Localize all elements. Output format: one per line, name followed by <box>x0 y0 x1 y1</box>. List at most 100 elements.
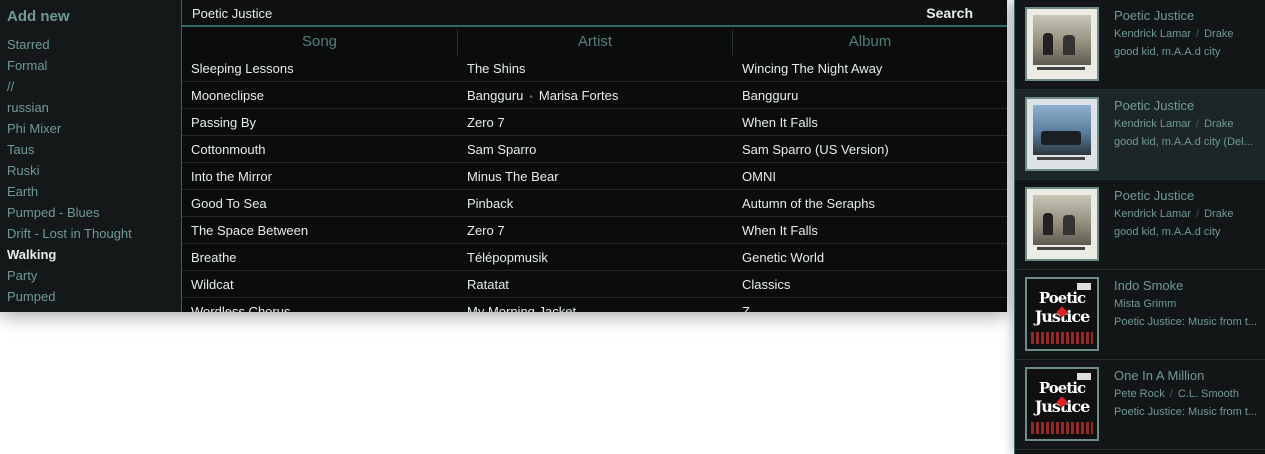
result-artist-link[interactable]: Drake <box>1204 208 1233 220</box>
result-title: One In A Million <box>1114 368 1205 383</box>
result-title: Poetic Justice <box>1114 98 1195 113</box>
sidebar-playlist-item[interactable]: // <box>7 79 132 100</box>
song-cell: Sleeping Lessons <box>191 61 294 76</box>
track-table: Sleeping Lessons The Shins Wincing The Nig… <box>182 55 1007 312</box>
result-artist-link[interactable]: Kendrick Lamar <box>1114 118 1191 130</box>
sidebar-playlist-item[interactable]: Drift - Lost in Thought <box>7 226 132 247</box>
song-cell: The Space Between <box>191 223 309 238</box>
album-cell: Sam Sparro (US Version) <box>742 142 889 157</box>
artist-link[interactable]: Pinback <box>467 196 513 211</box>
search-result-item[interactable]: Poetic Justice Kendrick Lamar / Drake good k… <box>1015 180 1265 270</box>
album-cell: Z <box>742 304 750 312</box>
app-window: Add new Starred Formal//russian Phi Mixer T… <box>0 0 1007 312</box>
sidebar-playlist-item[interactable]: Pumped - Blues <box>7 205 132 226</box>
table-row[interactable]: Good To Sea Pinback Autumn of the Seraphs <box>182 190 1007 217</box>
artist-cell: Bangguru • Marisa Fortes <box>458 82 733 108</box>
album-cell: When It Falls <box>742 223 818 238</box>
artist-link[interactable]: Ratatat <box>467 277 509 292</box>
artist-separator: / <box>1169 388 1173 400</box>
song-cell: Good To Sea <box>191 196 267 211</box>
album-cell: Bangguru <box>742 88 799 103</box>
sidebar-playlist-item[interactable]: Formal <box>7 58 132 79</box>
result-album: good kid, m.A.A.d city <box>1114 226 1221 238</box>
artist-cell: Télépopmusik <box>458 244 733 270</box>
sidebar-playlist-item[interactable]: Ruski <box>7 163 132 184</box>
result-artist-link[interactable]: C.L. Smooth <box>1178 388 1239 400</box>
artist-link[interactable]: Zero 7 <box>467 223 505 238</box>
result-artists: Kendrick Lamar / Drake <box>1114 208 1233 220</box>
album-art-thumbnail: PoeticJustice <box>1025 367 1099 441</box>
album-art-photo <box>1033 105 1091 155</box>
result-artists: Kendrick Lamar / Drake <box>1114 118 1233 130</box>
artist-separator: / <box>1196 118 1200 130</box>
artist-link[interactable]: Bangguru <box>467 88 523 103</box>
result-title: Indo Smoke <box>1114 278 1184 293</box>
table-row[interactable]: Cottonmouth Sam Sparro Sam Sparro (US Vers… <box>182 136 1007 163</box>
table-row[interactable]: Wildcat Ratatat Classics <box>182 271 1007 298</box>
sidebar-playlist-item[interactable]: Party <box>7 268 132 289</box>
artist-cell: Minus The Bear <box>458 163 733 189</box>
result-artists: Kendrick Lamar / Drake <box>1114 28 1233 40</box>
sidebar-playlist-item[interactable]: russian <box>7 100 132 121</box>
song-cell: Wildcat <box>191 277 234 292</box>
sidebar-playlist-item[interactable]: Phi Mixer <box>7 121 132 142</box>
sidebar-playlist-item[interactable]: Taus <box>7 142 132 163</box>
table-row[interactable]: Mooneclipse Bangguru • Marisa Fortes Banggur… <box>182 82 1007 109</box>
column-header-album[interactable]: Album <box>733 29 1007 55</box>
artist-cell: My Morning Jacket <box>458 298 733 312</box>
album-art-photo <box>1033 195 1091 245</box>
sidebar-playlist-item[interactable]: Pumped <box>7 289 132 310</box>
search-input[interactable]: Poetic Justice <box>192 6 892 21</box>
album-art-credits <box>1031 422 1093 434</box>
add-new-playlist-button[interactable]: Add new <box>7 8 70 25</box>
table-row[interactable]: Passing By Zero 7 When It Falls <box>182 109 1007 136</box>
table-row[interactable]: Into the Mirror Minus The Bear OMNI <box>182 163 1007 190</box>
table-row[interactable]: Wordless Chorus My Morning Jacket Z <box>182 298 1007 312</box>
artist-link[interactable]: The Shins <box>467 61 526 76</box>
search-result-item[interactable]: Poetic Justice Kendrick Lamar / Drake good k… <box>1015 90 1265 180</box>
artist-link[interactable]: Marisa Fortes <box>539 88 618 103</box>
artist-cell: Zero 7 <box>458 109 733 135</box>
artist-cell: Sam Sparro <box>458 136 733 162</box>
table-row[interactable]: The Space Between Zero 7 When It Falls <box>182 217 1007 244</box>
result-artist-link[interactable]: Kendrick Lamar <box>1114 208 1191 220</box>
artist-cell: Pinback <box>458 190 733 216</box>
album-art-thumbnail <box>1025 97 1099 171</box>
album-art-credits <box>1031 332 1093 344</box>
result-artist-link[interactable]: Drake <box>1204 28 1233 40</box>
artist-link[interactable]: Minus The Bear <box>467 169 559 184</box>
sidebar-playlist-item[interactable]: Walking <box>7 247 132 268</box>
result-artist-link[interactable]: Mista Grimm <box>1114 298 1176 310</box>
sidebar-playlist-item[interactable]: Earth <box>7 184 132 205</box>
column-header-artist[interactable]: Artist <box>458 29 733 55</box>
column-header-song[interactable]: Song <box>182 29 458 55</box>
table-row[interactable]: Sleeping Lessons The Shins Wincing The Nig… <box>182 55 1007 82</box>
result-album: good kid, m.A.A.d city (Del... <box>1114 136 1253 148</box>
table-header: Song Artist Album <box>182 29 1007 55</box>
album-cell: OMNI <box>742 169 776 184</box>
search-result-item[interactable]: Poetic Justice Kendrick Lamar / Drake good k… <box>1015 0 1265 90</box>
result-artist-link[interactable]: Pete Rock <box>1114 388 1165 400</box>
artist-link[interactable]: Sam Sparro <box>467 142 536 157</box>
sidebar-playlist-item[interactable]: Starred <box>7 37 132 58</box>
result-artist-link[interactable]: Drake <box>1204 118 1233 130</box>
artist-separator: • <box>529 92 533 103</box>
album-art-thumbnail <box>1025 187 1099 261</box>
album-art-photo <box>1033 15 1091 65</box>
artist-link[interactable]: Télépopmusik <box>467 250 548 265</box>
search-result-item[interactable]: PoeticJustice One In A Million Pete Rock / C… <box>1015 360 1265 450</box>
album-art-scrawl <box>1037 157 1085 160</box>
search-button[interactable]: Search <box>926 5 973 21</box>
search-result-item[interactable]: PoeticJustice Indo Smoke Mista Grimm Poetic… <box>1015 270 1265 360</box>
search-results-panel: Poetic Justice Kendrick Lamar / Drake good k… <box>1014 0 1265 454</box>
song-cell: Cottonmouth <box>191 142 266 157</box>
artist-link[interactable]: My Morning Jacket <box>467 304 576 312</box>
album-art-logo-line: Poetic <box>1038 379 1086 397</box>
album-art-thumbnail <box>1025 7 1099 81</box>
artist-separator: / <box>1196 208 1200 220</box>
result-album: good kid, m.A.A.d city <box>1114 46 1221 58</box>
result-artist-link[interactable]: Kendrick Lamar <box>1114 28 1191 40</box>
artist-link[interactable]: Zero 7 <box>467 115 505 130</box>
result-artists: Pete Rock / C.L. Smooth <box>1114 388 1239 400</box>
table-row[interactable]: Breathe Télépopmusik Genetic World <box>182 244 1007 271</box>
